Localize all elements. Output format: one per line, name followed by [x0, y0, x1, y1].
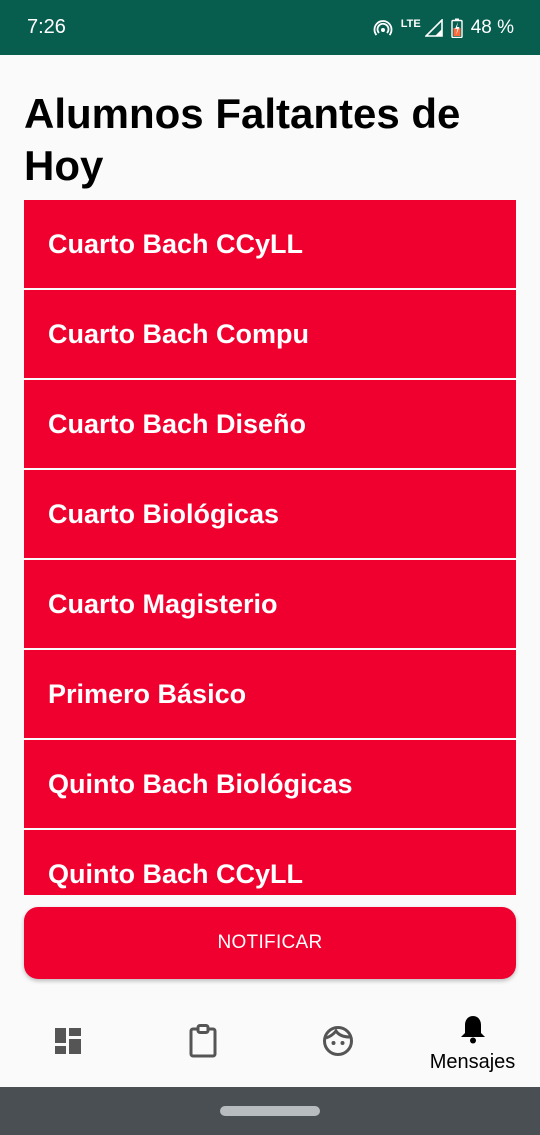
- nav-item-messages[interactable]: Mensajes: [405, 1000, 540, 1087]
- list-item[interactable]: Cuarto Biológicas: [24, 470, 516, 558]
- nav-item-profile[interactable]: [270, 1000, 405, 1087]
- class-list[interactable]: Cuarto Bach CCyLL Cuarto Bach Compu Cuar…: [24, 200, 516, 895]
- list-item[interactable]: Primero Básico: [24, 650, 516, 738]
- signal-icon: [424, 18, 443, 37]
- network-type: LTE: [400, 17, 421, 30]
- bell-icon: [459, 1014, 487, 1049]
- list-item[interactable]: Cuarto Bach CCyLL: [24, 200, 516, 288]
- hotspot-icon: [373, 18, 393, 38]
- notify-button[interactable]: NOTIFICAR: [24, 907, 516, 979]
- list-item[interactable]: Cuarto Bach Diseño: [24, 380, 516, 468]
- list-item[interactable]: Quinto Bach CCyLL: [24, 830, 516, 895]
- nav-item-clipboard[interactable]: [135, 1000, 270, 1087]
- face-icon: [322, 1025, 354, 1062]
- battery-icon: [450, 18, 463, 38]
- battery-percent: 48 %: [470, 16, 514, 38]
- bottom-navigation: Mensajes: [0, 1000, 540, 1087]
- list-item[interactable]: Quinto Bach Biológicas: [24, 740, 516, 828]
- dashboard-icon: [53, 1026, 83, 1061]
- status-icons: LTE 48 %: [373, 17, 514, 39]
- list-item[interactable]: Cuarto Magisterio: [24, 560, 516, 648]
- status-bar: 7:26 LTE 48 %: [0, 0, 540, 55]
- nav-label-messages: Mensajes: [429, 1050, 516, 1073]
- page-title: Alumnos Faltantes de Hoy: [24, 90, 461, 189]
- status-time: 7:26: [27, 16, 66, 38]
- home-gesture-handle[interactable]: [220, 1106, 320, 1116]
- nav-item-dashboard[interactable]: [0, 1000, 135, 1087]
- list-item[interactable]: Cuarto Bach Compu: [24, 290, 516, 378]
- system-navigation-bar: [0, 1087, 540, 1135]
- clipboard-icon: [188, 1024, 218, 1063]
